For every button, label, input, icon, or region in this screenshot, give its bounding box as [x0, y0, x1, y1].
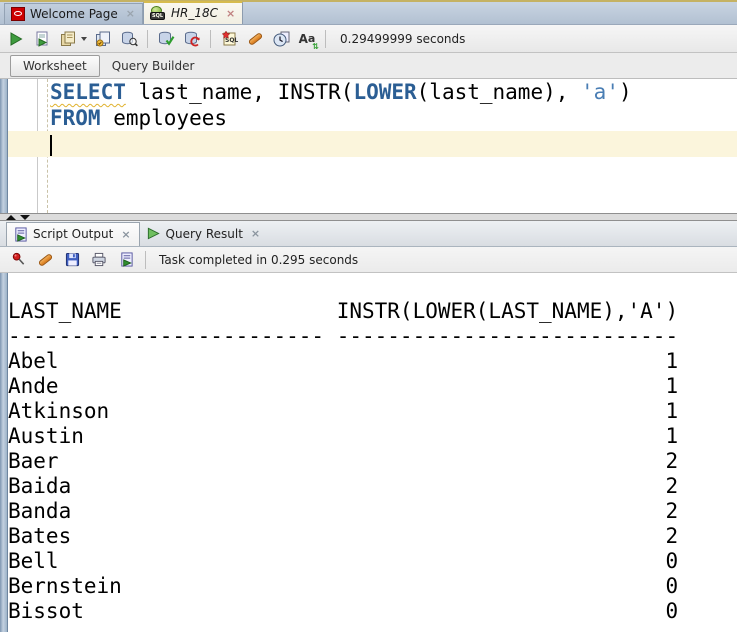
pin-button[interactable] [8, 250, 28, 270]
toolbar-separator [325, 30, 326, 48]
change-case-button[interactable]: Aa⇅ [297, 29, 317, 49]
output-left-strip [0, 273, 8, 632]
run-script-icon [34, 31, 50, 47]
toolbar-separator [147, 30, 148, 48]
tab-label: HR_18C [171, 6, 218, 20]
run-script-icon [119, 252, 134, 267]
worksheet-toolbar: SQL Aa⇅ 0.29499999 seconds [0, 25, 737, 53]
code-line[interactable]: FROM employees [0, 105, 737, 131]
close-icon[interactable]: × [126, 7, 135, 20]
pushpin-icon [11, 252, 26, 267]
script-output-toolbar: Task completed in 0.295 seconds [0, 247, 737, 273]
eraser-icon [247, 32, 263, 46]
close-icon[interactable]: × [121, 228, 130, 241]
code-lines[interactable]: SELECT last_name, INSTR(LOWER(last_name)… [0, 79, 737, 157]
run-statement-button[interactable] [6, 29, 26, 49]
sql-worksheet-new-icon: SQL [221, 30, 238, 47]
database-commit-icon [158, 31, 175, 47]
sql-worksheet-icon: SQL [150, 6, 166, 20]
sql-history-button[interactable] [271, 29, 291, 49]
svg-text:SQL: SQL [225, 37, 238, 44]
editor-left-strip [0, 79, 8, 213]
close-icon[interactable]: × [226, 7, 235, 20]
query-result-icon [146, 226, 161, 241]
chevron-down-icon[interactable] [81, 37, 87, 41]
oracle-icon [11, 7, 25, 21]
print-button[interactable] [89, 250, 109, 270]
tab-script-output[interactable]: Script Output × [6, 222, 140, 246]
database-rollback-icon [184, 31, 201, 47]
database-search-icon [121, 31, 138, 47]
script-output-panel[interactable]: LAST_NAME INSTR(LOWER(LAST_NAME),'A') --… [0, 273, 737, 632]
code-line[interactable] [0, 131, 737, 157]
tab-hr-18c[interactable]: SQL HR_18C × [143, 1, 243, 24]
tab-label: Welcome Page [30, 7, 118, 21]
collapse-up-icon[interactable] [6, 215, 16, 220]
toolbar-separator [145, 251, 146, 269]
panel-splitter[interactable] [0, 213, 737, 221]
clock-icon [273, 31, 290, 47]
tab-query-result[interactable]: Query Result × [140, 222, 269, 246]
script-output-icon [13, 227, 28, 242]
output-tab-bar: Script Output × Query Result × [0, 221, 737, 247]
explain-plan-button[interactable] [58, 29, 78, 49]
text-cursor [50, 135, 52, 156]
code-line[interactable]: SELECT last_name, INSTR(LOWER(last_name)… [0, 79, 737, 105]
sql-tuning-button[interactable] [119, 29, 139, 49]
clear-output-button[interactable] [35, 250, 55, 270]
document-tab-bar: Welcome Page × SQL HR_18C × [0, 2, 737, 25]
save-button[interactable] [62, 250, 82, 270]
play-icon [8, 31, 24, 47]
close-icon[interactable]: × [251, 227, 260, 240]
tab-query-builder[interactable]: Query Builder [100, 56, 207, 76]
run-script-button[interactable] [32, 29, 52, 49]
script-output-text[interactable]: LAST_NAME INSTR(LOWER(LAST_NAME),'A') --… [0, 273, 737, 624]
sql-editor[interactable]: SELECT last_name, INSTR(LOWER(last_name)… [0, 79, 737, 213]
elapsed-time-label: 0.29499999 seconds [340, 32, 465, 46]
autotrace-button[interactable] [93, 29, 113, 49]
collapse-down-icon[interactable] [20, 215, 30, 220]
commit-button[interactable] [156, 29, 176, 49]
tab-worksheet[interactable]: Worksheet [10, 55, 100, 77]
task-status-label: Task completed in 0.295 seconds [159, 253, 358, 267]
tab-welcome-page[interactable]: Welcome Page × [4, 3, 143, 24]
clear-button[interactable] [245, 29, 265, 49]
eraser-icon [37, 253, 53, 267]
tab-label: Script Output [33, 227, 113, 241]
printer-icon [91, 252, 107, 267]
save-icon [65, 252, 80, 267]
unshared-worksheet-button[interactable]: SQL [219, 29, 239, 49]
toolbar-separator [210, 30, 211, 48]
autotrace-icon [95, 31, 111, 47]
rollback-button[interactable] [182, 29, 202, 49]
worksheet-tab-bar: Worksheet Query Builder [0, 53, 737, 79]
tab-label: Query Result [166, 227, 243, 241]
run-script-output-button[interactable] [116, 250, 136, 270]
explain-plan-icon [60, 31, 76, 47]
